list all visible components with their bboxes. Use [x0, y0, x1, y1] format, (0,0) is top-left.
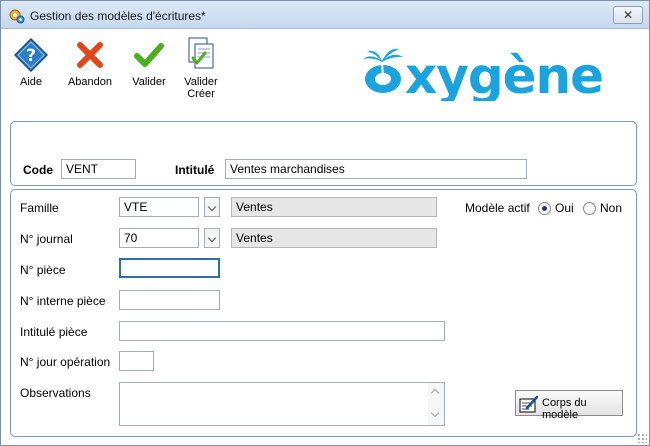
- modele-actif-label: Modèle actif: [465, 201, 530, 215]
- piece-label: N° pièce: [20, 263, 66, 277]
- journal-code-select[interactable]: 70: [119, 228, 199, 248]
- scroll-up-icon[interactable]: [430, 388, 440, 398]
- famille-name-field: Ventes: [231, 197, 437, 217]
- journal-label: N° journal: [20, 232, 73, 246]
- abandon-label: Abandon: [67, 76, 113, 88]
- observations-scrollbar[interactable]: [428, 383, 444, 425]
- help-icon: ?: [14, 38, 48, 72]
- intitule-input[interactable]: Ventes marchandises: [225, 159, 527, 179]
- valider-creer-label-2: Créer: [187, 88, 215, 100]
- valider-creer-label-1: Valider: [184, 76, 218, 88]
- svg-text:?: ?: [26, 46, 36, 66]
- intitule-piece-label: Intitulé pièce: [20, 325, 88, 339]
- aide-label: Aide: [19, 76, 43, 88]
- edit-document-icon: [519, 395, 539, 413]
- jour-operation-input[interactable]: [119, 351, 154, 371]
- interne-piece-input[interactable]: [119, 290, 220, 310]
- oui-label[interactable]: Oui: [555, 201, 574, 215]
- abandon-button[interactable]: Abandon: [67, 38, 113, 88]
- modele-actif-non-radio[interactable]: [583, 202, 596, 215]
- jour-operation-label: N° jour opération: [20, 355, 111, 369]
- observations-label: Observations: [20, 386, 91, 400]
- aide-button[interactable]: ? Aide: [13, 38, 49, 88]
- interne-piece-label: N° interne pièce: [20, 294, 106, 308]
- svg-text:xygène: xygène: [405, 47, 603, 101]
- modele-actif-oui-radio[interactable]: [538, 202, 551, 215]
- scroll-down-icon[interactable]: [430, 408, 440, 418]
- valider-label: Valider: [132, 76, 166, 88]
- code-label: Code: [23, 163, 53, 177]
- close-button[interactable]: ✕: [613, 6, 643, 24]
- valider-button[interactable]: Valider: [129, 38, 169, 88]
- famille-code-select[interactable]: VTE: [119, 197, 199, 217]
- window-title: Gestion des modèles d'écritures*: [30, 9, 206, 23]
- piece-input[interactable]: [119, 258, 220, 278]
- oxygene-logo: xygène: [361, 45, 631, 105]
- cancel-x-icon: [77, 42, 103, 68]
- code-input[interactable]: VENT: [61, 159, 136, 179]
- journal-name-field: Ventes: [231, 228, 437, 248]
- intitule-piece-input[interactable]: [119, 321, 445, 341]
- non-label[interactable]: Non: [600, 201, 622, 215]
- valider-creer-button[interactable]: Valider Créer: [179, 36, 223, 100]
- app-window: Gestion des modèles d'écritures* ✕ ? Aid…: [0, 0, 650, 446]
- checkmark-icon: [134, 43, 164, 67]
- gear-icon: [9, 9, 25, 24]
- journal-dropdown-button[interactable]: [204, 228, 220, 248]
- corps-du-modele-button[interactable]: Corps du modèle: [515, 390, 623, 421]
- famille-label: Famille: [20, 201, 59, 215]
- resize-grip[interactable]: [637, 433, 647, 443]
- corps-du-modele-label: Corps du modèle: [542, 397, 587, 421]
- famille-dropdown-button[interactable]: [204, 197, 220, 217]
- observations-textarea[interactable]: [119, 382, 445, 426]
- document-check-icon: [188, 37, 214, 69]
- intitule-label: Intitulé: [175, 163, 215, 177]
- title-bar: Gestion des modèles d'écritures* ✕: [1, 1, 649, 29]
